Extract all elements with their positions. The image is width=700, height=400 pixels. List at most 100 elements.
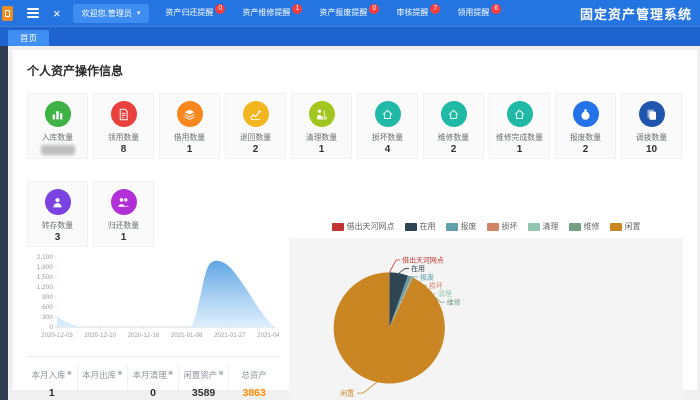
stat-card-label: 入库数量 <box>30 131 84 142</box>
top-navbar: × 欢迎您,管理员 ▾ 资产归还提醒 0 资产维修提醒 1 资产报废提醒 0 审… <box>0 0 700 26</box>
summary-stat: 闲置资产• 3589 <box>179 365 230 399</box>
stat-card[interactable]: 归还数量 1 <box>93 181 154 247</box>
pie-label: 在用 <box>411 264 425 273</box>
stat-card[interactable]: 报废数量 2 <box>555 93 616 159</box>
stat-card-label: 维修完成数量 <box>492 131 546 142</box>
svg-text:2020-12-03: 2020-12-03 <box>41 332 73 339</box>
legend-swatch <box>487 223 499 231</box>
summary-stat: 本月出库• <box>78 365 129 399</box>
home-icon <box>507 101 533 127</box>
summary-stat: 本月清理• 0 <box>128 365 179 399</box>
user-icon <box>45 189 71 215</box>
topbar-menu-item[interactable]: 资产维修提醒 1 <box>242 7 302 19</box>
stat-card[interactable]: 维修完成数量 1 <box>489 93 550 159</box>
topbar-menu-item[interactable]: 审核提醒 7 <box>396 7 440 19</box>
menu-item-label: 资产报废提醒 <box>319 7 367 19</box>
menu-item-label: 资产维修提醒 <box>242 7 290 19</box>
topbar-menu-item[interactable]: 资产报废提醒 0 <box>319 7 379 19</box>
stat-card[interactable]: 调拨数量 10 <box>621 93 682 159</box>
stat-card[interactable]: 入库数量 <box>27 93 88 159</box>
legend-label: 闲置 <box>625 221 641 232</box>
pie-label: 维修 <box>447 298 461 307</box>
tab-home[interactable]: 首页 <box>8 30 49 46</box>
legend-label: 维修 <box>584 221 600 232</box>
summary-stat-value: 0 <box>128 387 178 399</box>
legend-label: 报废 <box>461 221 477 232</box>
stat-card[interactable]: 借用数量 1 <box>159 93 220 159</box>
topbar-menu-item[interactable]: 领用提醒 6 <box>457 7 501 19</box>
legend-item[interactable]: 维修 <box>569 221 600 232</box>
app-logo-icon <box>2 6 13 21</box>
pie-label: 闲置 <box>340 389 354 398</box>
stat-card-label: 转存数量 <box>30 219 84 230</box>
legend-swatch <box>446 223 458 231</box>
summary-stats-bar: 本月入库• 1 本月出库• 本月清理• 0 闲置资产• 3589 总资产• 38… <box>27 356 279 400</box>
topbar-menu-item[interactable]: 资产归还提醒 0 <box>165 7 225 19</box>
stat-card-label: 借用数量 <box>162 131 216 142</box>
trend-area-chart: 03006009001,2001,5001,8002,1002020-12-03… <box>27 249 279 345</box>
stat-card[interactable]: 转存数量 3 <box>27 181 88 247</box>
stat-card[interactable]: 领用数量 8 <box>93 93 154 159</box>
stat-card-value <box>28 145 87 157</box>
stat-cards-row-1: 入库数量 领用数量 8 借用数量 1 退回数量 2 清理数量 1 损坏数量 4 … <box>27 93 683 159</box>
pie-legend: 借出天河网点 在用 报废 损坏 清理 维修 闲置 <box>289 221 683 232</box>
pie-slice[interactable] <box>334 272 445 383</box>
svg-text:1,500: 1,500 <box>37 274 54 281</box>
user-dropdown-label: 欢迎您,管理员 <box>82 8 132 19</box>
hamburger-menu-icon[interactable] <box>27 6 39 20</box>
stat-card-value: 1 <box>94 232 153 244</box>
stat-card-value: 8 <box>94 144 153 156</box>
pie-label: 损坏 <box>429 281 443 290</box>
stat-card-label: 归还数量 <box>96 219 150 230</box>
legend-item[interactable]: 在用 <box>405 221 436 232</box>
summary-stat-label: 闲置资产 <box>183 370 217 380</box>
legend-item[interactable]: 损坏 <box>487 221 518 232</box>
topbar-menu: 资产归还提醒 0 资产维修提醒 1 资产报废提醒 0 审核提醒 7 领用提醒 6 <box>165 7 501 19</box>
notification-badge: 7 <box>430 4 440 14</box>
summary-stat-value <box>78 387 128 399</box>
user-dropdown[interactable]: 欢迎您,管理员 ▾ <box>73 4 150 23</box>
legend-swatch <box>569 223 581 231</box>
menu-item-label: 领用提醒 <box>457 7 489 19</box>
stat-card-label: 领用数量 <box>96 131 150 142</box>
pie-label: 清理 <box>438 289 452 298</box>
line-chart-icon <box>243 101 269 127</box>
document-icon <box>111 101 137 127</box>
svg-text:1,200: 1,200 <box>37 284 54 291</box>
stat-card-value: 3 <box>28 232 87 244</box>
stat-card-value: 1 <box>490 144 549 156</box>
notification-badge: 0 <box>215 4 225 14</box>
legend-swatch <box>332 223 344 231</box>
info-dot-icon: • <box>168 365 174 382</box>
redacted-value <box>41 145 75 155</box>
pie-label: 报废 <box>420 272 434 281</box>
stat-card-label: 清理数量 <box>294 131 348 142</box>
legend-item[interactable]: 闲置 <box>610 221 641 232</box>
notification-badge: 1 <box>292 4 302 14</box>
legend-item[interactable]: 报废 <box>446 221 477 232</box>
tabs-bar: 首页 <box>0 26 700 46</box>
legend-label: 在用 <box>420 221 436 232</box>
legend-label: 借出天河网点 <box>347 221 395 232</box>
stat-card[interactable]: 清理数量 1 <box>291 93 352 159</box>
stat-card[interactable]: 损坏数量 4 <box>357 93 418 159</box>
svg-text:2,100: 2,100 <box>37 254 54 261</box>
stat-card-label: 退回数量 <box>228 131 282 142</box>
stat-card[interactable]: 退回数量 2 <box>225 93 286 159</box>
stat-card[interactable]: 维修数量 2 <box>423 93 484 159</box>
collapsed-sidebar[interactable] <box>0 46 8 400</box>
stat-card-label: 调拨数量 <box>624 131 678 142</box>
users-icon <box>111 189 137 215</box>
legend-item[interactable]: 清理 <box>528 221 559 232</box>
summary-stat-label: 总资产 <box>241 370 267 380</box>
close-icon[interactable]: × <box>53 7 61 20</box>
menu-item-label: 审核提醒 <box>396 7 428 19</box>
pie-label: 借出天河网点 <box>402 255 444 264</box>
legend-item[interactable]: 借出天河网点 <box>332 221 395 232</box>
stat-card-label: 报废数量 <box>558 131 612 142</box>
money-bag-icon <box>573 101 599 127</box>
pie-chart-panel: 借出天河网点在用报废损坏清理维修闲置 <box>289 238 683 400</box>
home-icon <box>375 101 401 127</box>
stat-card-value: 2 <box>556 144 615 156</box>
svg-text:600: 600 <box>42 304 53 311</box>
